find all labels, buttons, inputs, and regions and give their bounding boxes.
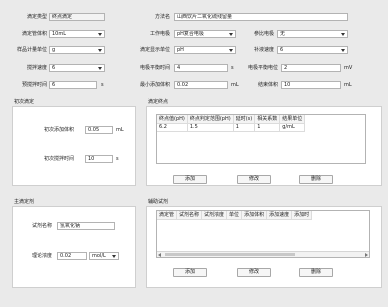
concentration-label: 理论浓度	[31, 253, 52, 259]
stir-speed-label: 搅拌速度	[26, 65, 47, 71]
scroll-left-arrow-icon[interactable]	[158, 253, 161, 257]
display-unit-value: pH	[177, 47, 184, 53]
endpoint-table: 终点值(pH) 终点判定范围(pH) 延时(s) 相关系数 结果单位 6.2 1…	[156, 114, 366, 164]
endpoint-col-value: 终点值(pH)	[157, 115, 188, 124]
main-titrant-panel	[12, 206, 136, 288]
fill-speed-select[interactable]: 6	[277, 46, 348, 54]
stir-speed-value: 6	[52, 65, 56, 71]
pre-stir-label: 预搅拌时间	[21, 82, 47, 88]
min-add-input[interactable]: 0.02	[174, 81, 228, 89]
initial-add-volume-input[interactable]: 0.05	[85, 126, 113, 134]
concentration-unit-value: mol/L	[92, 253, 106, 259]
concentration-unit-select[interactable]: mol/L	[89, 252, 119, 260]
initial-add-volume-unit: mL	[116, 127, 124, 133]
titration-type-label: 滴定类型	[26, 14, 47, 20]
working-electrode-label: 工作电极	[149, 31, 170, 37]
endpoint-col-unit: 结果单位	[279, 115, 306, 124]
aux-col-reagent: 试剂名称	[176, 211, 203, 220]
burette-volume-label: 滴定管体积	[21, 31, 47, 37]
min-add-label: 最小添加体积	[139, 82, 170, 88]
sample-unit-value: g	[52, 47, 56, 53]
pre-stir-unit: s	[101, 82, 104, 88]
aux-col-concentration: 试剂浓度	[201, 211, 228, 220]
concentration-input[interactable]: 0.02	[57, 252, 87, 260]
balance-time-input[interactable]: 4	[174, 64, 228, 72]
working-electrode-select[interactable]: pH复合电极	[174, 30, 236, 38]
initial-titration-title: 初次滴定	[14, 99, 35, 105]
initial-stir-time-label: 初次搅拌时间	[43, 156, 74, 162]
endpoint-col-delay: 延时(s)	[233, 115, 256, 124]
display-unit-label: 滴定显示单位	[139, 47, 170, 53]
endpoint-cell-delay: 1	[233, 123, 256, 132]
initial-stir-time-input[interactable]: 10	[85, 155, 113, 163]
endpoint-col-coef: 相关系数	[254, 115, 281, 124]
initial-titration-panel	[12, 106, 136, 186]
table-row[interactable]: 6.2 1.5 1 1 g/mL	[157, 123, 306, 132]
endpoint-add-button[interactable]: 添加	[173, 175, 207, 184]
initial-stir-time-unit: s	[116, 156, 119, 162]
aux-table-scrollbar[interactable]	[157, 251, 369, 257]
aux-col-add-volume: 添加体积	[241, 211, 268, 220]
method-name-label: 方法名	[154, 14, 170, 20]
balance-potential-unit: mV	[344, 65, 353, 71]
main-titrant-title: 主滴定剂	[14, 199, 35, 205]
burette-volume-value: 10mL	[52, 31, 67, 37]
aux-delete-button[interactable]: 删除	[299, 268, 333, 277]
reference-electrode-label: 参比电极	[253, 31, 274, 37]
aux-col-unit: 单位	[226, 211, 243, 220]
end-volume-label: 结束体积	[257, 82, 278, 88]
endpoint-title: 滴定终点	[148, 99, 169, 105]
reference-electrode-select[interactable]: 无	[277, 30, 348, 38]
aux-col-burette: 滴定管	[157, 211, 178, 220]
endpoint-cell-coef: 1	[254, 123, 281, 132]
reagent-name-input[interactable]: 氢氧化钠	[57, 222, 115, 230]
reference-electrode-value: 无	[280, 31, 286, 37]
scrollbar-thumb[interactable]	[165, 253, 295, 256]
endpoint-edit-button[interactable]: 修改	[237, 175, 271, 184]
endpoint-cell-unit: g/mL	[279, 123, 306, 132]
fill-speed-label: 补液速度	[253, 47, 274, 53]
aux-col-add-time: 添加时	[291, 211, 313, 220]
display-unit-select[interactable]: pH	[174, 46, 236, 54]
endpoint-col-range: 终点判定范围(pH)	[187, 115, 234, 124]
balance-time-label: 电极平衡时间	[139, 65, 170, 71]
reagent-name-label: 试剂名称	[31, 223, 52, 229]
endpoint-cell-range: 1.5	[187, 123, 234, 132]
aux-col-add-speed: 添加速度	[266, 211, 293, 220]
balance-potential-input[interactable]: 2	[281, 64, 341, 72]
end-volume-unit: mL	[344, 82, 352, 88]
burette-volume-select[interactable]: 10mL	[49, 30, 105, 38]
stir-speed-select[interactable]: 6	[49, 64, 105, 72]
balance-potential-label: 电极平衡电位	[247, 65, 278, 71]
sample-unit-select[interactable]: g	[49, 46, 105, 54]
aux-reagent-table: 滴定管 试剂名称 试剂浓度 单位 添加体积 添加速度 添加时	[156, 210, 370, 258]
aux-reagent-title: 辅助试剂	[148, 199, 169, 205]
titration-type-field: 终点滴定	[49, 13, 105, 21]
method-name-input[interactable]: 山西饮片二氧化硫残留量	[174, 13, 348, 21]
balance-time-unit: s	[231, 65, 234, 71]
endpoint-delete-button[interactable]: 删除	[299, 175, 333, 184]
end-volume-input[interactable]: 10	[281, 81, 341, 89]
endpoint-cell-value: 6.2	[157, 123, 188, 132]
pre-stir-input[interactable]: 6	[49, 81, 97, 89]
sample-unit-label: 样品计量单位	[16, 47, 47, 53]
fill-speed-value: 6	[280, 47, 284, 53]
working-electrode-value: pH复合电极	[177, 31, 204, 37]
min-add-unit: mL	[231, 82, 239, 88]
aux-edit-button[interactable]: 修改	[237, 268, 271, 277]
scroll-right-arrow-icon[interactable]	[365, 253, 368, 257]
initial-add-volume-label: 初次添加体积	[43, 127, 74, 133]
aux-add-button[interactable]: 添加	[173, 268, 207, 277]
